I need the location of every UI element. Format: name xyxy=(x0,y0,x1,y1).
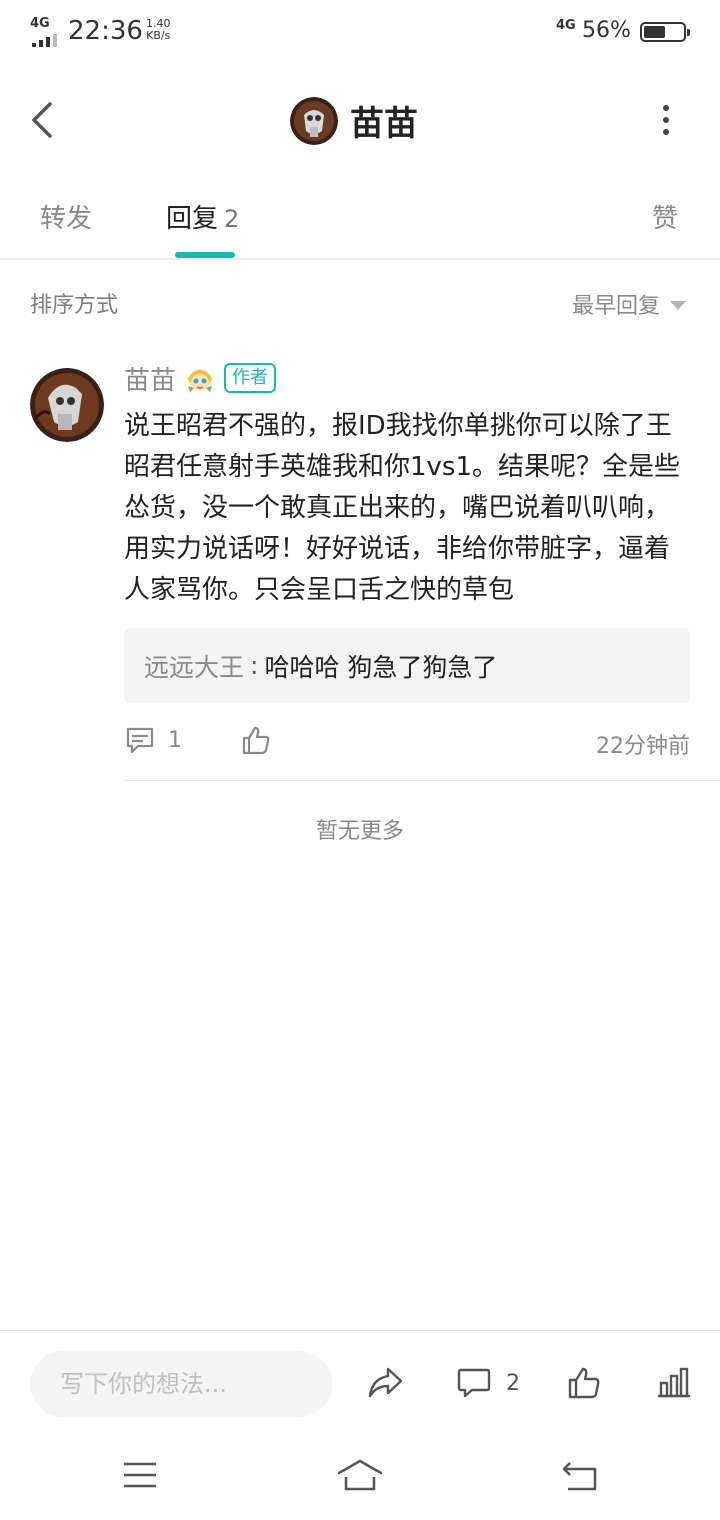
network-speed: 1.40 KB/s xyxy=(146,18,171,42)
return-icon xyxy=(562,1462,597,1491)
thumbs-up-icon xyxy=(568,1367,600,1399)
signal-icon: 4G xyxy=(30,16,62,47)
battery-icon xyxy=(640,22,690,42)
divider xyxy=(124,780,720,781)
sort-selected: 最早回复 xyxy=(571,294,660,319)
comment-icon xyxy=(457,1368,491,1398)
bar-chart-icon xyxy=(657,1367,691,1398)
comment-author[interactable]: 苗苗 xyxy=(124,360,176,397)
reply-preview[interactable]: 远远大王 : 哈哈哈 狗急了狗急了 xyxy=(124,628,690,703)
reply-text: 哈哈哈 狗急了狗急了 xyxy=(264,652,498,682)
reply-separator: : xyxy=(250,651,259,680)
tab-forward[interactable]: 转发 xyxy=(40,198,92,235)
recent-apps-button[interactable] xyxy=(122,1460,158,1494)
tab-like[interactable]: 赞 xyxy=(652,198,678,235)
share-arrow-icon xyxy=(368,1367,403,1398)
home-icon xyxy=(337,1459,383,1491)
reply-author[interactable]: 远远大王 xyxy=(144,648,244,684)
comment-time: 22分钟前 xyxy=(596,734,690,759)
reply-button[interactable]: 1 xyxy=(124,724,182,756)
author-badge: 作者 xyxy=(224,363,277,393)
stats-button[interactable] xyxy=(656,1365,692,1405)
user-avatar-icon xyxy=(290,96,338,145)
level-badge-icon xyxy=(188,369,213,392)
status-bar: 4G 22:36 1.40 KB/s 4G 56% xyxy=(0,0,720,66)
comment-input[interactable] xyxy=(30,1351,332,1417)
thumbs-up-icon xyxy=(242,726,270,755)
tab-reply-count: 2 xyxy=(224,205,240,233)
reply-count: 1 xyxy=(168,727,182,753)
no-more-text: 暂无更多 xyxy=(315,819,404,844)
speed-unit: KB/s xyxy=(146,29,171,42)
mobile-data-icon: 4G xyxy=(556,18,576,33)
comments-button[interactable]: 2 xyxy=(456,1365,520,1401)
battery-fill xyxy=(644,26,665,38)
battery-percent: 56% xyxy=(582,18,631,43)
sort-label: 排序方式 xyxy=(30,293,119,318)
share-button[interactable] xyxy=(366,1365,404,1405)
menu-icon xyxy=(124,1462,156,1488)
tab-reply-label: 回复 xyxy=(166,204,219,234)
like-post-button[interactable] xyxy=(566,1365,602,1405)
status-time: 22:36 xyxy=(68,16,143,46)
user-avatar-icon xyxy=(30,368,104,442)
tab-reply[interactable]: 回复 2 xyxy=(166,198,239,235)
comment-icon xyxy=(126,727,154,754)
tab-indicator xyxy=(175,252,235,258)
header: 苗苗 xyxy=(0,80,720,160)
sort-dropdown[interactable]: 最早回复 xyxy=(572,288,686,320)
home-button[interactable] xyxy=(336,1458,384,1496)
caret-down-icon xyxy=(670,300,686,310)
comments-count: 2 xyxy=(506,1370,520,1396)
tab-bar: 转发 回复 2 赞 xyxy=(0,190,720,260)
network-type: 4G xyxy=(30,16,50,31)
comment-text: 说王昭君不强的，报ID我找你单挑你可以除了王昭君任意射手英雄我和你1vs1。结果… xyxy=(124,411,681,605)
comment-avatar[interactable] xyxy=(30,368,104,442)
back-button[interactable] xyxy=(26,98,66,142)
header-user[interactable]: 苗苗 xyxy=(290,96,418,145)
system-nav-bar xyxy=(0,1430,720,1520)
page-title: 苗苗 xyxy=(350,104,418,144)
more-button[interactable] xyxy=(652,100,680,140)
bottom-action-bar: 2 xyxy=(0,1330,720,1430)
comment-actions: 1 22分钟前 xyxy=(124,722,690,766)
more-vertical-icon xyxy=(663,105,669,135)
comment-header: 苗苗 作者 xyxy=(124,360,277,397)
chevron-left-icon xyxy=(32,102,52,138)
system-back-button[interactable] xyxy=(560,1460,600,1496)
like-button[interactable] xyxy=(240,724,272,760)
